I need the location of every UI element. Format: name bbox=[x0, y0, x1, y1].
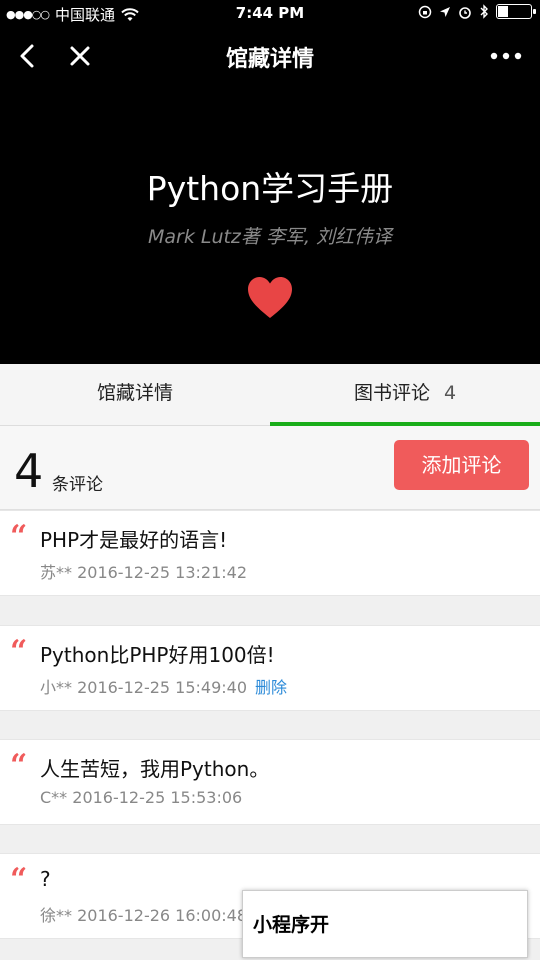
list-item: “ PHP才是最好的语言! 苏** 2016-12-25 13:21:42 bbox=[0, 510, 540, 596]
page-title: 馆藏详情 bbox=[225, 47, 314, 72]
comment-text: PHP才是最好的语言! bbox=[40, 528, 228, 552]
favorite-heart-icon[interactable] bbox=[246, 276, 294, 320]
delete-comment-link[interactable]: 删除 bbox=[255, 678, 287, 697]
rotation-lock-icon bbox=[418, 5, 432, 18]
book-title: Python学习手册 bbox=[146, 169, 394, 208]
status-bar: ●●●○○ 中国联通 7:44 PM bbox=[0, 0, 540, 28]
comment-text: 人生苦短，我用Python。 bbox=[40, 757, 270, 781]
more-dots-icon bbox=[490, 52, 522, 60]
quote-icon: “ bbox=[10, 748, 28, 783]
developer-contact-overlay: 小程序开发:13691612727 bbox=[242, 890, 528, 958]
review-count: 4 bbox=[14, 444, 44, 498]
comment-meta: 徐** 2016-12-26 16:00:48 bbox=[40, 906, 248, 925]
bluetooth-icon bbox=[480, 4, 488, 19]
comment-meta: C** 2016-12-25 15:53:06 bbox=[40, 788, 243, 807]
more-button[interactable] bbox=[486, 36, 526, 76]
comment-text: ? bbox=[40, 867, 51, 891]
comment-meta: 小** 2016-12-25 15:49:40 bbox=[40, 678, 248, 697]
review-count-unit: 条评论 bbox=[52, 475, 103, 495]
tab-label: 馆藏详情 bbox=[96, 382, 173, 404]
comment-meta: 苏** 2016-12-25 13:21:42 bbox=[40, 563, 248, 582]
contact-label: 小程序开发: bbox=[253, 914, 330, 936]
book-author: Mark Lutz著 李军, 刘红伟译 bbox=[147, 226, 393, 248]
list-item: “ Python比PHP好用100倍! 小** 2016-12-25 15:49… bbox=[0, 625, 540, 711]
comment-text: Python比PHP好用100倍! bbox=[40, 643, 275, 667]
quote-icon: “ bbox=[10, 634, 28, 669]
list-item: “ 人生苦短，我用Python。 C** 2016-12-25 15:53:06 bbox=[0, 739, 540, 825]
quote-icon: “ bbox=[10, 519, 28, 554]
add-review-button[interactable]: 添加评论 bbox=[394, 440, 529, 490]
review-summary: 4 条评论 添加评论 bbox=[0, 426, 540, 510]
battery-level bbox=[498, 6, 509, 17]
tab-bar: 馆藏详情 图书评论 4 bbox=[0, 364, 540, 426]
tab-label: 图书评论 bbox=[353, 382, 430, 404]
quote-icon: “ bbox=[10, 862, 28, 897]
location-icon bbox=[440, 6, 450, 17]
book-hero: Python学习手册 Mark Lutz著 李军, 刘红伟译 bbox=[0, 84, 540, 364]
tab-book-reviews[interactable]: 图书评论 4 bbox=[270, 364, 540, 426]
nav-bar: 馆藏详情 bbox=[0, 28, 540, 84]
tab-count-badge: 4 bbox=[443, 382, 457, 404]
battery-icon bbox=[496, 4, 536, 19]
alarm-icon bbox=[459, 6, 471, 19]
tab-collection-details[interactable]: 馆藏详情 bbox=[0, 364, 270, 425]
